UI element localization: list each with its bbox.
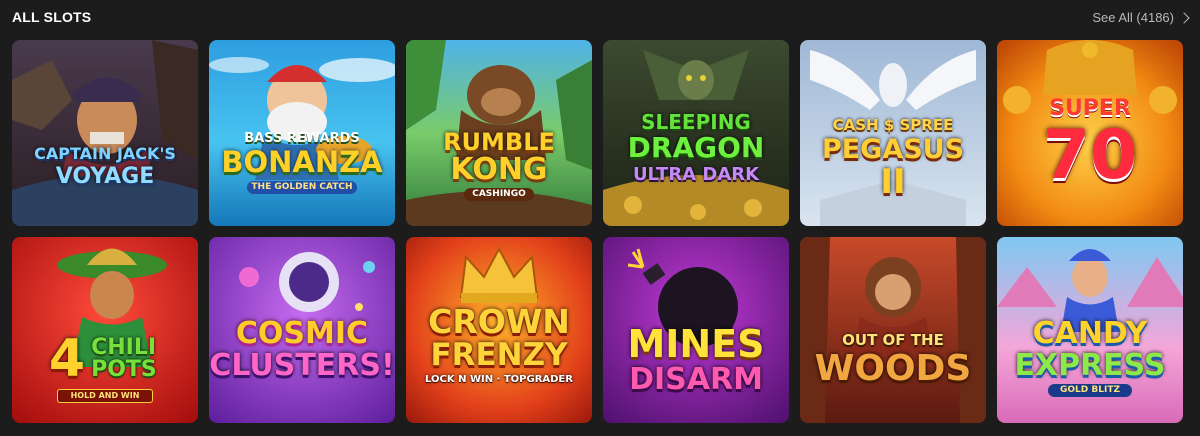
game-art-cosmic-clusters [209, 237, 395, 423]
game-art-out-of-the-woods [800, 237, 986, 423]
game-tile-captain-jacks-voyage[interactable]: CAPTAIN JACK'S VOYAGE [12, 40, 198, 226]
game-art-sleeping-dragon [603, 40, 789, 226]
game-art-crown-frenzy [406, 237, 592, 423]
section-title: ALL SLOTS [12, 9, 92, 25]
game-tile-cash-spree-pegasus[interactable]: CASH $ SPREE PEGASUS II [800, 40, 986, 226]
game-tile-super-70[interactable]: SUPER 70 [997, 40, 1183, 226]
game-tile-crown-frenzy[interactable]: CROWN FRENZY LOCK N WIN · TOPGRADER [406, 237, 592, 423]
game-tile-rumble-kong[interactable]: RUMBLE KONG CASHINGO [406, 40, 592, 226]
game-art-candy-express [997, 237, 1183, 423]
game-tile-bass-rewards-bonanza[interactable]: BASS REWARDS BONANZA THE GOLDEN CATCH [209, 40, 395, 226]
game-art-mines-disarm [603, 237, 789, 423]
game-art-4-chili-pots [12, 237, 198, 423]
game-art-bass-rewards-bonanza [209, 40, 395, 226]
game-tile-sleeping-dragon[interactable]: SLEEPING DRAGON ULTRA DARK [603, 40, 789, 226]
chevron-right-icon [1178, 11, 1190, 24]
see-all-link[interactable]: See All (4186) [1092, 9, 1190, 25]
game-tile-out-of-the-woods[interactable]: OUT OF THE WOODS [800, 237, 986, 423]
game-art-rumble-kong [406, 40, 592, 226]
game-art-cash-spree-pegasus [800, 40, 986, 226]
game-tile-mines-disarm[interactable]: MINES DISARM [603, 237, 789, 423]
game-art-super-70 [997, 40, 1183, 226]
game-art-captain-jacks-voyage [12, 40, 198, 226]
game-tile-cosmic-clusters[interactable]: COSMIC CLUSTERS! [209, 237, 395, 423]
see-all-label: See All (4186) [1092, 9, 1174, 25]
game-tile-candy-express[interactable]: CANDY EXPRESS GOLD BLITZ [997, 237, 1183, 423]
slots-grid: CAPTAIN JACK'S VOYAGE BASS REWARDS BONAN… [12, 40, 1183, 423]
section-header: ALL SLOTS See All (4186) [12, 7, 1190, 27]
game-tile-4-chili-pots[interactable]: 4 CHILI POTS HOLD AND WIN [12, 237, 198, 423]
